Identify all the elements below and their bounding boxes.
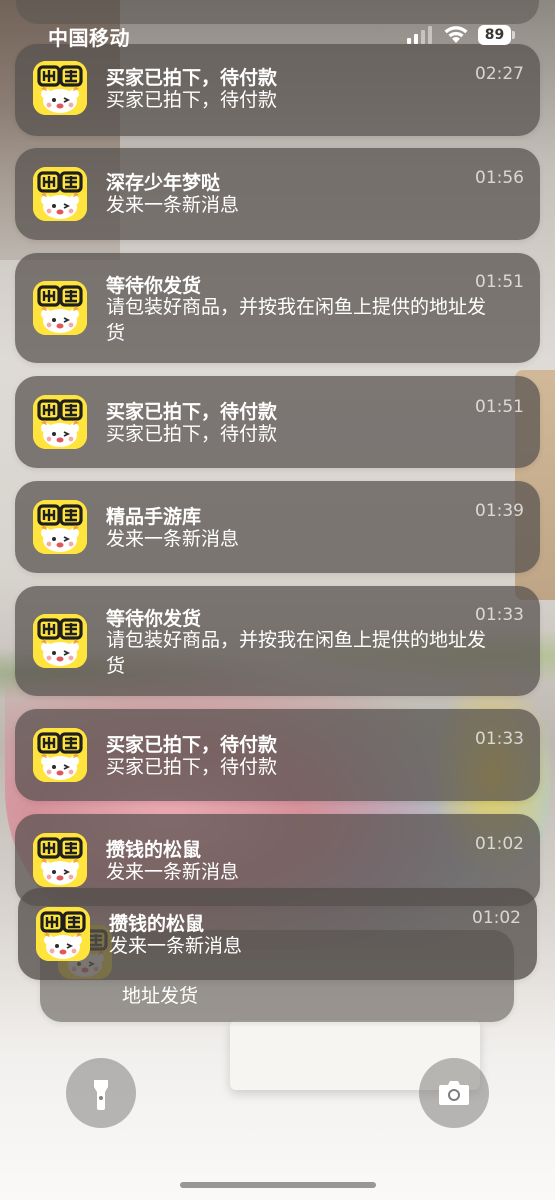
- notification-card[interactable]: 买家已拍下，待付款 买家已拍下，待付款 01:51: [15, 376, 540, 468]
- carrier-name: 中国移动: [48, 26, 130, 50]
- status-bar: 中国移动 89: [0, 0, 555, 62]
- notification-body: 买家已拍下，待付款: [106, 756, 278, 778]
- notification-body: 发来一条新消息: [106, 528, 240, 550]
- notification-card[interactable]: 精品手游库 发来一条新消息 01:39: [15, 481, 540, 573]
- xianyu-app-icon: [36, 907, 90, 961]
- xianyu-app-icon: [33, 614, 87, 668]
- camera-button[interactable]: [419, 1058, 489, 1128]
- camera-icon: [439, 1081, 469, 1105]
- notification-title: 买家已拍下，待付款: [106, 67, 278, 89]
- battery-level: 89: [484, 27, 505, 43]
- notification-title: 深存少年梦哒: [106, 172, 221, 194]
- notification-body: 买家已拍下，待付款: [106, 423, 278, 445]
- notification-time: 01:33: [475, 729, 524, 749]
- notification-time: 01:51: [475, 397, 524, 417]
- notification-body: 请包装好商品，并按我在闲鱼上提供的地址发货: [106, 296, 487, 344]
- notification-time: 01:39: [475, 501, 524, 521]
- notification-time: 01:56: [475, 168, 524, 188]
- xianyu-app-icon: [33, 167, 87, 221]
- notification-time: 01:02: [472, 908, 521, 928]
- notification-time: 01:02: [475, 834, 524, 854]
- notification-body: 地址发货: [122, 985, 199, 1007]
- notification-card-front[interactable]: 攒钱的松鼠 发来一条新消息 01:02: [18, 888, 537, 980]
- notification-title: 攒钱的松鼠: [109, 913, 205, 935]
- notification-body: 买家已拍下，待付款: [106, 89, 278, 111]
- xianyu-app-icon: [33, 728, 87, 782]
- xianyu-app-icon: [33, 281, 87, 335]
- notification-time: 01:51: [475, 272, 524, 292]
- xianyu-app-icon: [33, 833, 87, 887]
- notification-card[interactable]: 等待你发货 请包装好商品，并按我在闲鱼上提供的地址发货 01:51: [15, 253, 540, 363]
- notification-title: 精品手游库: [106, 506, 202, 528]
- notification-body: 发来一条新消息: [106, 861, 240, 883]
- flashlight-button[interactable]: [66, 1058, 136, 1128]
- notification-title: 攒钱的松鼠: [106, 839, 202, 861]
- xianyu-app-icon: [33, 395, 87, 449]
- flashlight-icon: [94, 1080, 108, 1110]
- battery-icon: 89: [478, 25, 516, 45]
- notification-card[interactable]: 等待你发货 请包装好商品，并按我在闲鱼上提供的地址发货 01:33: [15, 586, 540, 696]
- notification-card[interactable]: 深存少年梦哒 发来一条新消息 01:56: [15, 148, 540, 240]
- notification-time: 01:33: [475, 605, 524, 625]
- signal-icon: [407, 26, 432, 44]
- wifi-icon: [444, 26, 468, 43]
- notification-card[interactable]: 买家已拍下，待付款 买家已拍下，待付款 01:33: [15, 709, 540, 801]
- notification-body: 发来一条新消息: [109, 935, 243, 957]
- notification-body: 请包装好商品，并按我在闲鱼上提供的地址发货: [106, 629, 487, 677]
- home-indicator[interactable]: [180, 1182, 376, 1188]
- notification-time: 02:27: [475, 64, 524, 84]
- notification-title: 买家已拍下，待付款: [106, 734, 278, 756]
- notification-body: 发来一条新消息: [106, 194, 240, 216]
- xianyu-app-icon: [33, 61, 87, 115]
- xianyu-app-icon: [33, 500, 87, 554]
- notification-title: 买家已拍下，待付款: [106, 401, 278, 423]
